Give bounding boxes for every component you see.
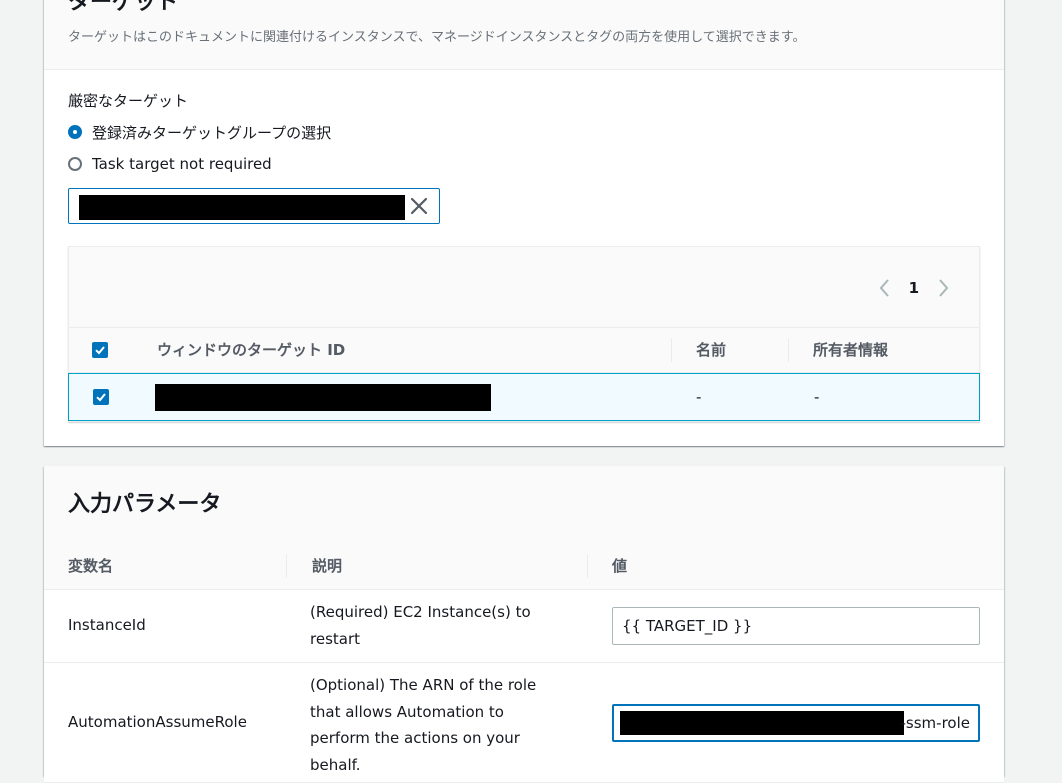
row-checkbox[interactable] bbox=[93, 389, 109, 405]
radio-registered-target-group[interactable]: 登録済みターゲットグループの選択 bbox=[68, 120, 331, 144]
clear-icon[interactable] bbox=[405, 192, 433, 220]
param-description: (Required) EC2 Instance(s) to restart bbox=[310, 603, 531, 648]
redacted-role-arn bbox=[620, 711, 904, 735]
target-description: ターゲットはこのドキュメントに関連付けるインスタンスで、マネージドインスタンスと… bbox=[68, 30, 806, 45]
radio-unselected-indicator[interactable] bbox=[68, 157, 82, 171]
column-name[interactable]: 名前 bbox=[696, 328, 726, 372]
radio-label: Task target not required bbox=[92, 155, 272, 173]
param-row-instance-id: InstanceId (Required) EC2 Instance(s) to… bbox=[44, 590, 1004, 663]
column-divider bbox=[587, 554, 588, 578]
radio-task-target-not-required[interactable]: Task target not required bbox=[68, 152, 272, 176]
table-toolbar: 1 bbox=[69, 247, 979, 327]
column-divider bbox=[671, 338, 672, 362]
param-row-automation-assume-role: AutomationAssumeRole (Optional) The ARN … bbox=[44, 663, 1004, 783]
column-owner-info[interactable]: 所有者情報 bbox=[813, 328, 888, 372]
select-all-checkbox[interactable] bbox=[92, 342, 108, 358]
row-name-cell: - bbox=[696, 388, 702, 406]
table-header: ウィンドウのターゲット ID 名前 所有者情報 bbox=[69, 327, 979, 373]
radio-selected-indicator[interactable] bbox=[68, 125, 82, 139]
table-row[interactable]: - - bbox=[68, 373, 980, 421]
target-header: ターゲット ターゲットはこのドキュメントに関連付けるインスタンスで、マネージドイ… bbox=[44, 0, 1004, 70]
target-title: ターゲット bbox=[68, 0, 179, 15]
chevron-right-icon[interactable] bbox=[931, 276, 955, 300]
radio-label: 登録済みターゲットグループの選択 bbox=[92, 123, 332, 142]
target-panel: ターゲット ターゲットはこのドキュメントに関連付けるインスタンスで、マネージドイ… bbox=[44, 0, 1004, 446]
params-title: 入力パラメータ bbox=[68, 492, 222, 517]
params-header: 入力パラメータ bbox=[44, 466, 1004, 543]
column-description: 説明 bbox=[312, 557, 343, 575]
column-divider bbox=[286, 554, 287, 578]
param-name: AutomationAssumeRole bbox=[68, 713, 247, 731]
param-name: InstanceId bbox=[68, 616, 146, 634]
param-description: (Optional) The ARN of the role that allo… bbox=[310, 676, 537, 774]
column-divider bbox=[788, 338, 789, 362]
strict-target-label: 厳密なターゲット bbox=[68, 92, 189, 110]
column-value: 値 bbox=[612, 557, 628, 575]
target-table: 1 ウィンドウのターゲット ID 名前 所有者情報 - - bbox=[68, 246, 980, 422]
input-parameters-panel: 入力パラメータ 変数名 説明 値 InstanceId (Required) E… bbox=[44, 466, 1004, 783]
page-number[interactable]: 1 bbox=[897, 279, 931, 297]
row-owner-cell: - bbox=[814, 388, 820, 406]
redacted-target-id bbox=[155, 384, 491, 411]
pagination: 1 bbox=[873, 273, 955, 303]
redacted-value bbox=[79, 195, 405, 220]
automation-assume-role-input[interactable]: -ssm-role bbox=[612, 704, 980, 742]
column-variable-name: 変数名 bbox=[68, 557, 114, 575]
instance-id-input[interactable]: {{ TARGET_ID }} bbox=[612, 607, 980, 645]
role-suffix-text: -ssm-role bbox=[900, 714, 970, 732]
column-window-target-id[interactable]: ウィンドウのターゲット ID bbox=[157, 328, 345, 372]
chevron-left-icon[interactable] bbox=[873, 276, 897, 300]
target-group-input[interactable] bbox=[68, 188, 440, 224]
params-table-header: 変数名 説明 値 bbox=[44, 542, 1004, 590]
